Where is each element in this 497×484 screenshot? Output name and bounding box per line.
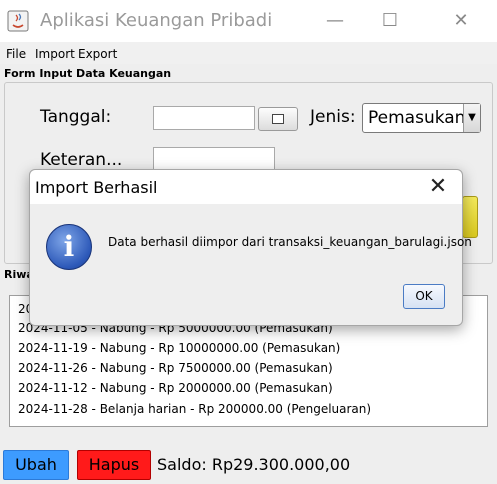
date-picker-button[interactable] — [258, 107, 298, 131]
chevron-down-icon: ▼ — [463, 104, 480, 132]
dialog-close-button[interactable]: ✕ — [426, 175, 450, 199]
saldo-label: Saldo: Rp29.300.000,00 — [157, 455, 351, 474]
jenis-label: Jenis: — [310, 107, 356, 127]
window-title: Aplikasi Keuangan Pribadi — [40, 10, 273, 31]
keterangan-field[interactable] — [153, 147, 275, 171]
menu-file[interactable]: File — [6, 47, 26, 61]
ubah-button[interactable]: Ubah — [3, 450, 69, 480]
ok-button[interactable]: OK — [403, 284, 445, 309]
jenis-dropdown[interactable]: Pemasukan ▼ — [362, 103, 481, 133]
close-window-button[interactable]: ✕ — [446, 8, 476, 34]
list-item[interactable]: 2024-11-26 - Nabung - Rp 7500000.00 (Pem… — [18, 361, 333, 375]
form-section-title: Form Input Data Keuangan — [4, 67, 172, 80]
hapus-button[interactable]: Hapus — [77, 450, 151, 480]
menu-bar: File Import Export — [0, 42, 497, 64]
java-app-icon — [7, 10, 29, 32]
list-item[interactable]: 2024-11-12 - Nabung - Rp 2000000.00 (Pem… — [18, 381, 333, 395]
calendar-icon — [272, 114, 284, 124]
yellow-action-button[interactable] — [462, 196, 478, 238]
dialog-titlebar: Import Berhasil ✕ — [30, 170, 462, 204]
window-titlebar: Aplikasi Keuangan Pribadi — ☐ ✕ — [0, 0, 497, 42]
maximize-button[interactable]: ☐ — [375, 8, 405, 34]
dialog-title: Import Berhasil — [35, 178, 158, 197]
jenis-selected-value: Pemasukan — [368, 108, 466, 128]
import-success-dialog: Import Berhasil ✕ i Data berhasil diimpo… — [29, 169, 472, 326]
menu-import[interactable]: Import — [35, 47, 75, 61]
dialog-message: Data berhasil diimpor dari transaksi_keu… — [108, 235, 472, 249]
keterangan-label: Keteran... — [40, 150, 123, 170]
list-item[interactable]: 2024-11-19 - Nabung - Rp 10000000.00 (Pe… — [18, 341, 340, 355]
tanggal-label: Tanggal: — [40, 107, 112, 127]
tanggal-field[interactable] — [153, 106, 255, 130]
minimize-button[interactable]: — — [320, 8, 350, 34]
menu-export[interactable]: Export — [78, 47, 117, 61]
list-item[interactable]: 2024-11-28 - Belanja harian - Rp 200000.… — [18, 402, 371, 416]
info-icon: i — [46, 224, 92, 270]
